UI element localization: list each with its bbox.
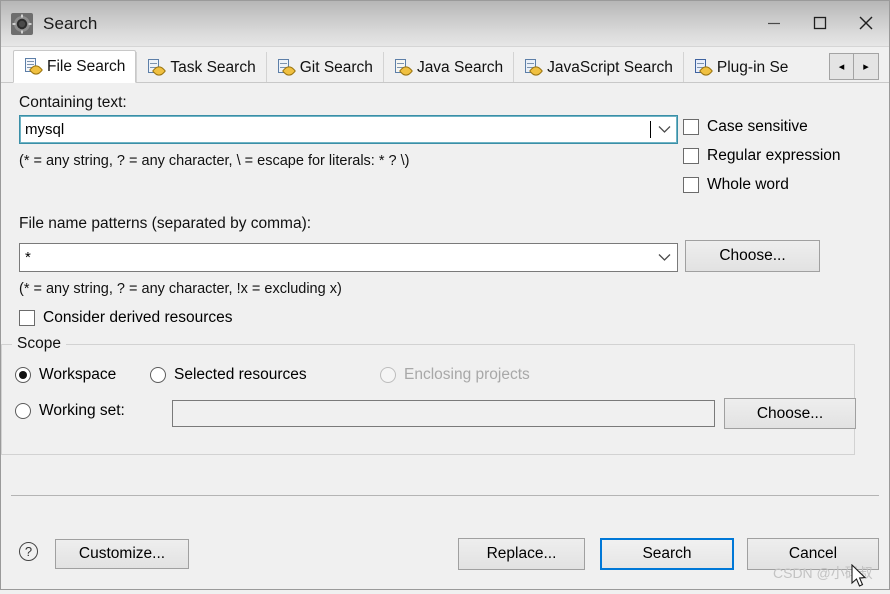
- choose-patterns-button[interactable]: Choose...: [685, 240, 820, 272]
- tab-scroll-left-button[interactable]: ◂: [829, 53, 854, 80]
- tab-label: File Search: [47, 57, 126, 75]
- window-controls: [751, 1, 889, 45]
- search-tabs: File Search Task Search Git Search Java …: [1, 47, 889, 83]
- containing-text-hint: (* = any string, ? = any character, \ = …: [19, 153, 410, 169]
- tab-git-search[interactable]: Git Search: [265, 52, 383, 83]
- radio-label: Selected resources: [174, 366, 307, 383]
- radio-dot: [15, 367, 31, 383]
- checkbox-label: Case sensitive: [707, 118, 808, 135]
- radio-dot: [150, 367, 166, 383]
- customize-button[interactable]: Customize...: [55, 539, 189, 569]
- replace-button[interactable]: Replace...: [458, 538, 585, 570]
- chevron-down-icon[interactable]: [651, 116, 677, 143]
- checkbox-label: Consider derived resources: [43, 309, 233, 326]
- java-search-icon: [394, 59, 414, 79]
- tab-label: Git Search: [299, 58, 373, 76]
- tab-scroll-controls: ◂ ▸: [829, 53, 879, 80]
- file-patterns-input[interactable]: *: [19, 243, 678, 272]
- maximize-button[interactable]: [797, 1, 843, 45]
- whole-word-checkbox[interactable]: Whole word: [683, 176, 789, 194]
- help-icon[interactable]: ?: [19, 542, 38, 561]
- consider-derived-resources-checkbox[interactable]: Consider derived resources: [19, 309, 233, 327]
- minimize-button[interactable]: [751, 1, 797, 45]
- radio-working-set[interactable]: Working set:: [15, 402, 125, 420]
- search-button[interactable]: Search: [600, 538, 734, 570]
- plugin-search-icon: [694, 59, 713, 79]
- containing-text-input[interactable]: mysql: [19, 115, 678, 144]
- task-search-icon: [147, 59, 167, 79]
- javascript-search-icon: [524, 59, 544, 79]
- window-title: Search: [43, 13, 98, 33]
- radio-label: Workspace: [39, 366, 117, 383]
- radio-dot: [380, 367, 396, 383]
- scope-group-title: Scope: [12, 335, 66, 353]
- radio-label: Working set:: [39, 402, 125, 419]
- tab-plugin-search[interactable]: Plug-in Se: [682, 52, 793, 83]
- search-app-icon: [11, 12, 33, 35]
- tab-javascript-search[interactable]: JavaScript Search: [513, 52, 683, 83]
- file-search-icon: [24, 58, 44, 78]
- search-dialog-window: Search File Search Task Search Git Searc…: [0, 0, 890, 590]
- file-patterns-value: *: [25, 249, 31, 266]
- tab-label: Plug-in Se: [716, 58, 789, 76]
- tab-label: Java Search: [416, 58, 504, 76]
- checkbox-label: Whole word: [707, 176, 789, 193]
- file-patterns-label: File name patterns (separated by comma):: [19, 215, 312, 232]
- tab-java-search[interactable]: Java Search: [382, 52, 513, 83]
- radio-enclosing-projects: Enclosing projects: [380, 366, 530, 384]
- dialog-footer: ? Customize... Replace... Search Cancel: [1, 501, 889, 591]
- chevron-down-icon[interactable]: [651, 244, 677, 271]
- choose-working-set-button[interactable]: Choose...: [724, 398, 856, 429]
- containing-text-label: Containing text:: [19, 94, 127, 111]
- regular-expression-checkbox[interactable]: Regular expression: [683, 147, 841, 165]
- tab-scroll-right-button[interactable]: ▸: [854, 53, 879, 80]
- checkbox-label: Regular expression: [707, 147, 841, 164]
- footer-separator: [11, 495, 879, 496]
- radio-label: Enclosing projects: [404, 366, 530, 383]
- tab-task-search[interactable]: Task Search: [136, 52, 265, 83]
- radio-selected-resources[interactable]: Selected resources: [150, 366, 307, 384]
- containing-text-value: mysql: [25, 121, 65, 138]
- case-sensitive-checkbox[interactable]: Case sensitive: [683, 118, 808, 136]
- checkbox-box: [683, 119, 699, 135]
- close-button[interactable]: [843, 1, 889, 45]
- checkbox-box: [683, 177, 699, 193]
- checkbox-box: [19, 310, 35, 326]
- tab-file-search[interactable]: File Search: [13, 50, 137, 83]
- radio-workspace[interactable]: Workspace: [15, 366, 116, 384]
- checkbox-box: [683, 148, 699, 164]
- tab-label: Task Search: [170, 58, 256, 76]
- title-bar: Search: [1, 1, 889, 47]
- tab-label: JavaScript Search: [547, 58, 673, 76]
- radio-dot: [15, 403, 31, 419]
- git-search-icon: [277, 59, 296, 79]
- file-patterns-hint: (* = any string, ? = any character, !x =…: [19, 281, 342, 297]
- working-set-field[interactable]: [172, 400, 715, 427]
- scope-group: Scope Workspace Selected resources Enclo…: [1, 335, 856, 455]
- cancel-button[interactable]: Cancel: [747, 538, 879, 570]
